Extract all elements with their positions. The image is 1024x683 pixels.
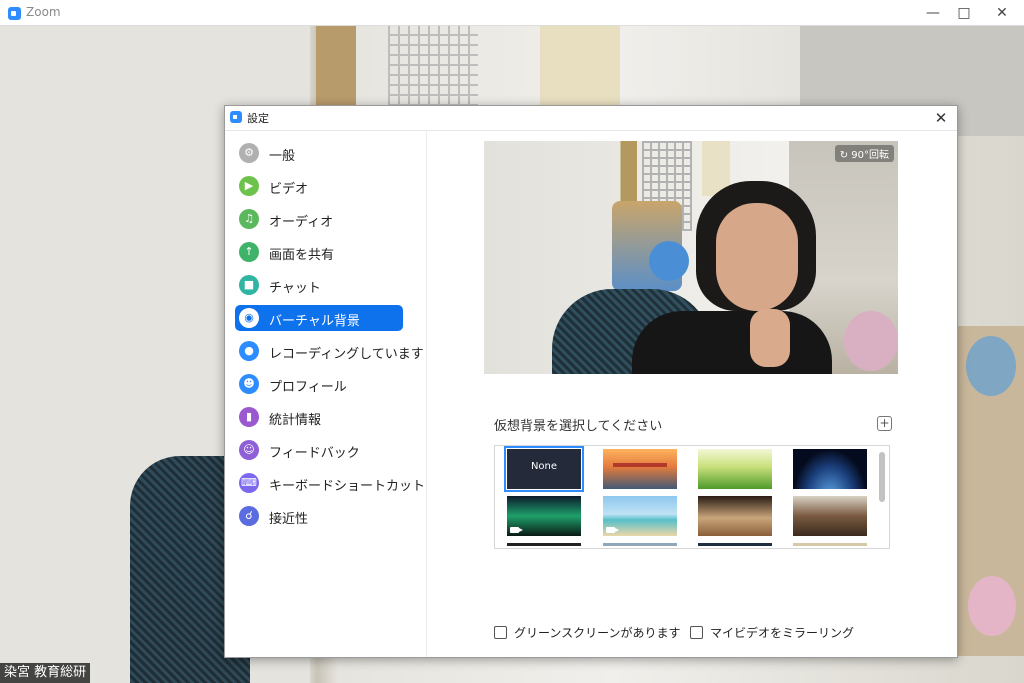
sidebar-item-accessibility[interactable]: ☌ 接近性: [235, 503, 403, 529]
background-thumbnail-none[interactable]: None: [504, 446, 584, 492]
window-title: Zoom: [26, 5, 61, 19]
zoom-logo-icon: [8, 7, 21, 20]
background-thumbnail-partial[interactable]: [793, 543, 867, 546]
sidebar-item-label: 画面を共有: [269, 248, 335, 263]
settings-title: 設定: [247, 112, 269, 125]
preview-person-face: [716, 203, 798, 311]
preview-plush: [649, 241, 689, 281]
sidebar-item-label: チャット: [269, 281, 321, 296]
preview-person-body: [632, 311, 832, 374]
background-thumbnail-partial[interactable]: [603, 543, 677, 546]
settings-sidebar: ⚙ 一般 ▶ ビデオ ♫ オーディオ ↑ 画面を共有 ■ チャット ◉ バーチャ…: [225, 130, 427, 657]
sidebar-item-label: 統計情報: [269, 413, 322, 428]
settings-dialog: 設定 ✕ ⚙ 一般 ▶ ビデオ ♫ オーディオ ↑ 画面を共有 ■ チャット ◉…: [224, 105, 958, 658]
background-thumbnail-list: None: [494, 445, 890, 549]
scene-wire-grid: [388, 26, 478, 106]
sidebar-item-label: レコーディングしています: [269, 347, 424, 362]
chat-icon: ■: [239, 275, 259, 295]
settings-title-bar: 設定 ✕: [225, 106, 957, 131]
add-background-button[interactable]: +: [877, 416, 892, 431]
minimize-button[interactable]: —: [916, 0, 950, 26]
sidebar-item-virtual-background[interactable]: ◉ バーチャル背景: [235, 305, 403, 331]
scene-poster: [540, 26, 620, 108]
share-screen-icon: ↑: [239, 242, 259, 262]
sidebar-item-recording[interactable]: ● レコーディングしています: [235, 338, 424, 364]
background-thumbnail-golden-gate[interactable]: [603, 449, 677, 489]
background-thumbnail-room[interactable]: [698, 496, 772, 536]
rotate-icon: ↻: [839, 150, 849, 161]
checkbox-box[interactable]: [494, 626, 507, 639]
keyboard-icon: ⌨: [239, 473, 259, 493]
maximize-button[interactable]: □: [947, 0, 981, 26]
gear-icon: ⚙: [239, 143, 259, 163]
video-icon: [510, 527, 523, 533]
preview-person-hand: [750, 309, 790, 367]
sidebar-item-feedback[interactable]: ☺ フィードバック: [235, 437, 403, 463]
feedback-icon: ☺: [239, 440, 259, 460]
sidebar-item-general[interactable]: ⚙ 一般: [235, 140, 403, 166]
sidebar-item-label: ビデオ: [269, 182, 309, 197]
green-screen-checkbox[interactable]: グリーンスクリーンがあります ?: [494, 624, 703, 641]
sidebar-item-video[interactable]: ▶ ビデオ: [235, 173, 403, 199]
sidebar-item-chat[interactable]: ■ チャット: [235, 272, 403, 298]
background-thumbnail-grass[interactable]: [698, 449, 772, 489]
background-thumbnail-partial[interactable]: [698, 543, 772, 546]
sidebar-item-label: 一般: [269, 149, 296, 164]
rotate-label: 90°回転: [851, 150, 889, 161]
close-window-button[interactable]: ✕: [985, 0, 1019, 26]
sidebar-item-label: キーボードショートカット: [269, 479, 426, 494]
portrait-icon: ◉: [239, 308, 259, 328]
mirror-video-checkbox[interactable]: マイビデオをミラーリング: [690, 624, 854, 641]
background-thumbnail-beach[interactable]: [603, 496, 677, 536]
plus-icon: +: [879, 416, 890, 430]
sidebar-item-audio[interactable]: ♫ オーディオ: [235, 206, 403, 232]
sidebar-item-label: バーチャル背景: [269, 314, 360, 329]
video-preview: ↻ 90°回転: [484, 141, 898, 374]
accessibility-icon: ☌: [239, 506, 259, 526]
mirror-video-label: マイビデオをミラーリング: [710, 626, 855, 640]
close-settings-button[interactable]: ✕: [931, 107, 951, 129]
participant-name-tag: 染宮 教育総研: [0, 663, 91, 683]
sidebar-item-profile[interactable]: ☻ プロフィール: [235, 371, 403, 397]
sidebar-item-label: フィードバック: [269, 446, 360, 461]
video-icon: ▶: [239, 176, 259, 196]
background-thumbnail-hall[interactable]: [793, 496, 867, 536]
preview-flowers: [844, 311, 898, 371]
video-icon: [606, 527, 619, 533]
zoom-title-bar: Zoom — □ ✕: [0, 0, 1024, 26]
green-screen-label: グリーンスクリーンがあります: [514, 626, 681, 640]
zoom-logo-icon: [230, 111, 242, 123]
background-thumbnail-partial[interactable]: [507, 543, 581, 546]
headphones-icon: ♫: [239, 209, 259, 229]
record-icon: ●: [239, 341, 259, 361]
thumbnail-scrollbar[interactable]: [879, 452, 885, 502]
sidebar-item-statistics[interactable]: ▮ 統計情報: [235, 404, 403, 430]
sidebar-item-keyboard-shortcuts[interactable]: ⌨ キーボードショートカット: [235, 470, 425, 496]
scene-flowers: [958, 326, 1024, 656]
background-thumbnail-earth[interactable]: [793, 449, 867, 489]
sidebar-item-label: オーディオ: [269, 215, 334, 230]
choose-background-label: 仮想背景を選択してください: [494, 419, 663, 434]
thumbnail-label: None: [530, 461, 558, 472]
sidebar-item-label: 接近性: [269, 512, 309, 527]
rotate-90-button[interactable]: ↻ 90°回転: [834, 145, 894, 162]
sidebar-item-label: プロフィール: [269, 380, 347, 395]
profile-icon: ☻: [239, 374, 259, 394]
stats-icon: ▮: [239, 407, 259, 427]
background-thumbnail-aurora[interactable]: [507, 496, 581, 536]
checkbox-box[interactable]: [690, 626, 703, 639]
sidebar-item-share-screen[interactable]: ↑ 画面を共有: [235, 239, 403, 265]
